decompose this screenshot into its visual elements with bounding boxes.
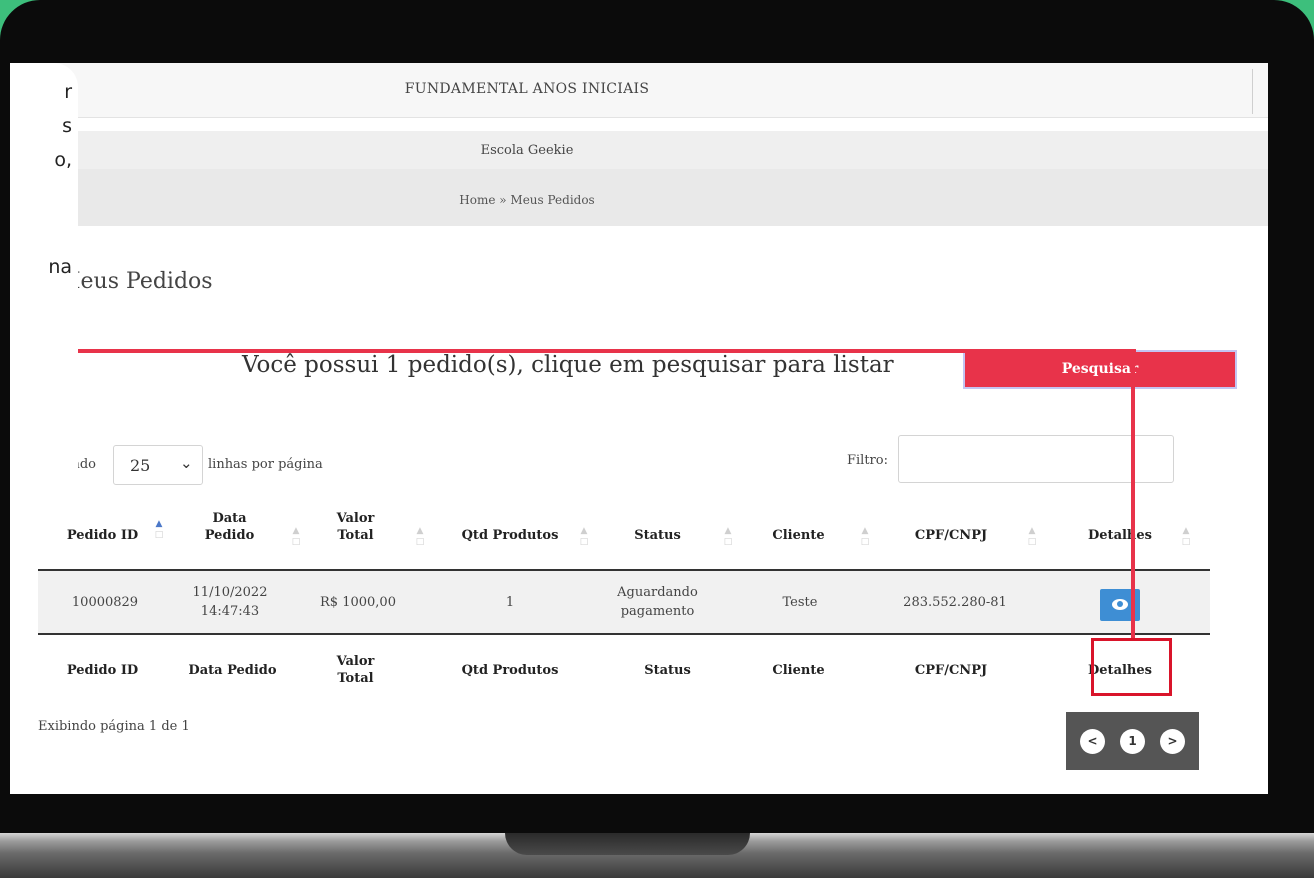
cell-valor-total: R$ 1000,00	[320, 595, 396, 610]
pagination: < 1 >	[1066, 712, 1199, 770]
breadcrumb[interactable]: Home » Meus Pedidos	[10, 193, 1044, 207]
sort-asc-icon[interactable]: ▲ □	[154, 519, 164, 541]
cell-cpf-cnpj: 283.552.280-81	[903, 595, 1007, 610]
footer-pedido-id: Pedido ID	[66, 663, 139, 678]
footer-qtd-produtos: Qtd Produtos	[461, 663, 559, 678]
per-page-label: linhas por página	[208, 457, 323, 472]
column-header-data-pedido[interactable]: Data Pedido	[182, 510, 277, 544]
tutorial-text-fragment: r	[64, 81, 72, 103]
rows-per-page-select[interactable]: 25 ⌄	[113, 445, 203, 485]
page-title: Meus Pedidos	[58, 269, 213, 294]
column-header-pedido-id[interactable]: Pedido ID	[55, 527, 150, 544]
sort-icon[interactable]: ▲ □	[415, 526, 425, 548]
header-title: FUNDAMENTAL ANOS INICIAIS	[404, 81, 650, 97]
top-header: FUNDAMENTAL ANOS INICIAIS	[10, 63, 1268, 118]
school-bar: Escola Geekie	[10, 131, 1268, 169]
tutorial-text-card: r s o, na	[10, 63, 78, 488]
filter-label: Filtro:	[847, 453, 888, 468]
school-name: Escola Geekie	[480, 143, 574, 158]
column-header-detalhes[interactable]: Detalhes	[1075, 527, 1165, 544]
sort-icon[interactable]: ▲ □	[723, 526, 733, 548]
footer-cpf-cnpj: CPF/CNPJ	[914, 663, 988, 678]
table-row-divider	[38, 633, 1210, 635]
footer-data-pedido: Data Pedido	[188, 663, 277, 678]
column-header-cpf-cnpj[interactable]: CPF/CNPJ	[896, 527, 1006, 544]
eye-icon	[1112, 599, 1128, 610]
sort-icon[interactable]: ▲ □	[1027, 526, 1037, 548]
annotation-line	[1131, 349, 1135, 640]
header-divider	[1252, 69, 1253, 114]
laptop-notch	[505, 833, 750, 855]
rows-per-page-value: 25	[130, 456, 151, 475]
cell-cliente: Teste	[782, 595, 818, 610]
prev-page-button[interactable]: <	[1080, 729, 1105, 754]
cell-pedido-id: 10000829	[71, 595, 139, 610]
cell-status: Aguardando pagamento	[617, 585, 698, 619]
orders-notice: Você possui 1 pedido(s), clique em pesqu…	[242, 352, 894, 378]
sort-icon[interactable]: ▲ □	[860, 526, 870, 548]
page-1-button[interactable]: 1	[1120, 729, 1145, 754]
annotation-highlight-box	[1091, 638, 1172, 696]
chevron-down-icon: ⌄	[180, 454, 193, 472]
search-button[interactable]: Pesquisar	[963, 350, 1237, 389]
footer-valor-total: Valor Total	[336, 654, 375, 686]
browser-screen: FUNDAMENTAL ANOS INICIAIS Escola Geekie …	[10, 63, 1268, 794]
sort-icon[interactable]: ▲ □	[291, 526, 301, 548]
next-page-button[interactable]: >	[1160, 729, 1185, 754]
column-header-qtd-produtos[interactable]: Qtd Produtos	[445, 527, 575, 544]
pagination-info: Exibindo página 1 de 1	[38, 719, 190, 734]
tutorial-text-fragment: na	[48, 256, 72, 278]
tutorial-text-fragment: s	[62, 115, 72, 137]
sort-icon[interactable]: ▲ □	[579, 526, 589, 548]
sort-icon[interactable]: ▲ □	[1181, 526, 1191, 548]
column-header-cliente[interactable]: Cliente	[756, 527, 841, 544]
cell-data-pedido: 11/10/2022 14:47:43	[192, 585, 268, 619]
column-header-valor-total[interactable]: Valor Total	[313, 510, 398, 544]
tutorial-text-fragment: o,	[54, 149, 72, 171]
breadcrumb-bar: Home » Meus Pedidos	[10, 169, 1268, 226]
footer-status: Status	[644, 663, 691, 678]
cell-qtd-produtos: 1	[505, 595, 515, 610]
annotation-line	[78, 349, 1136, 353]
footer-cliente: Cliente	[772, 663, 825, 678]
column-header-status[interactable]: Status	[610, 527, 705, 544]
